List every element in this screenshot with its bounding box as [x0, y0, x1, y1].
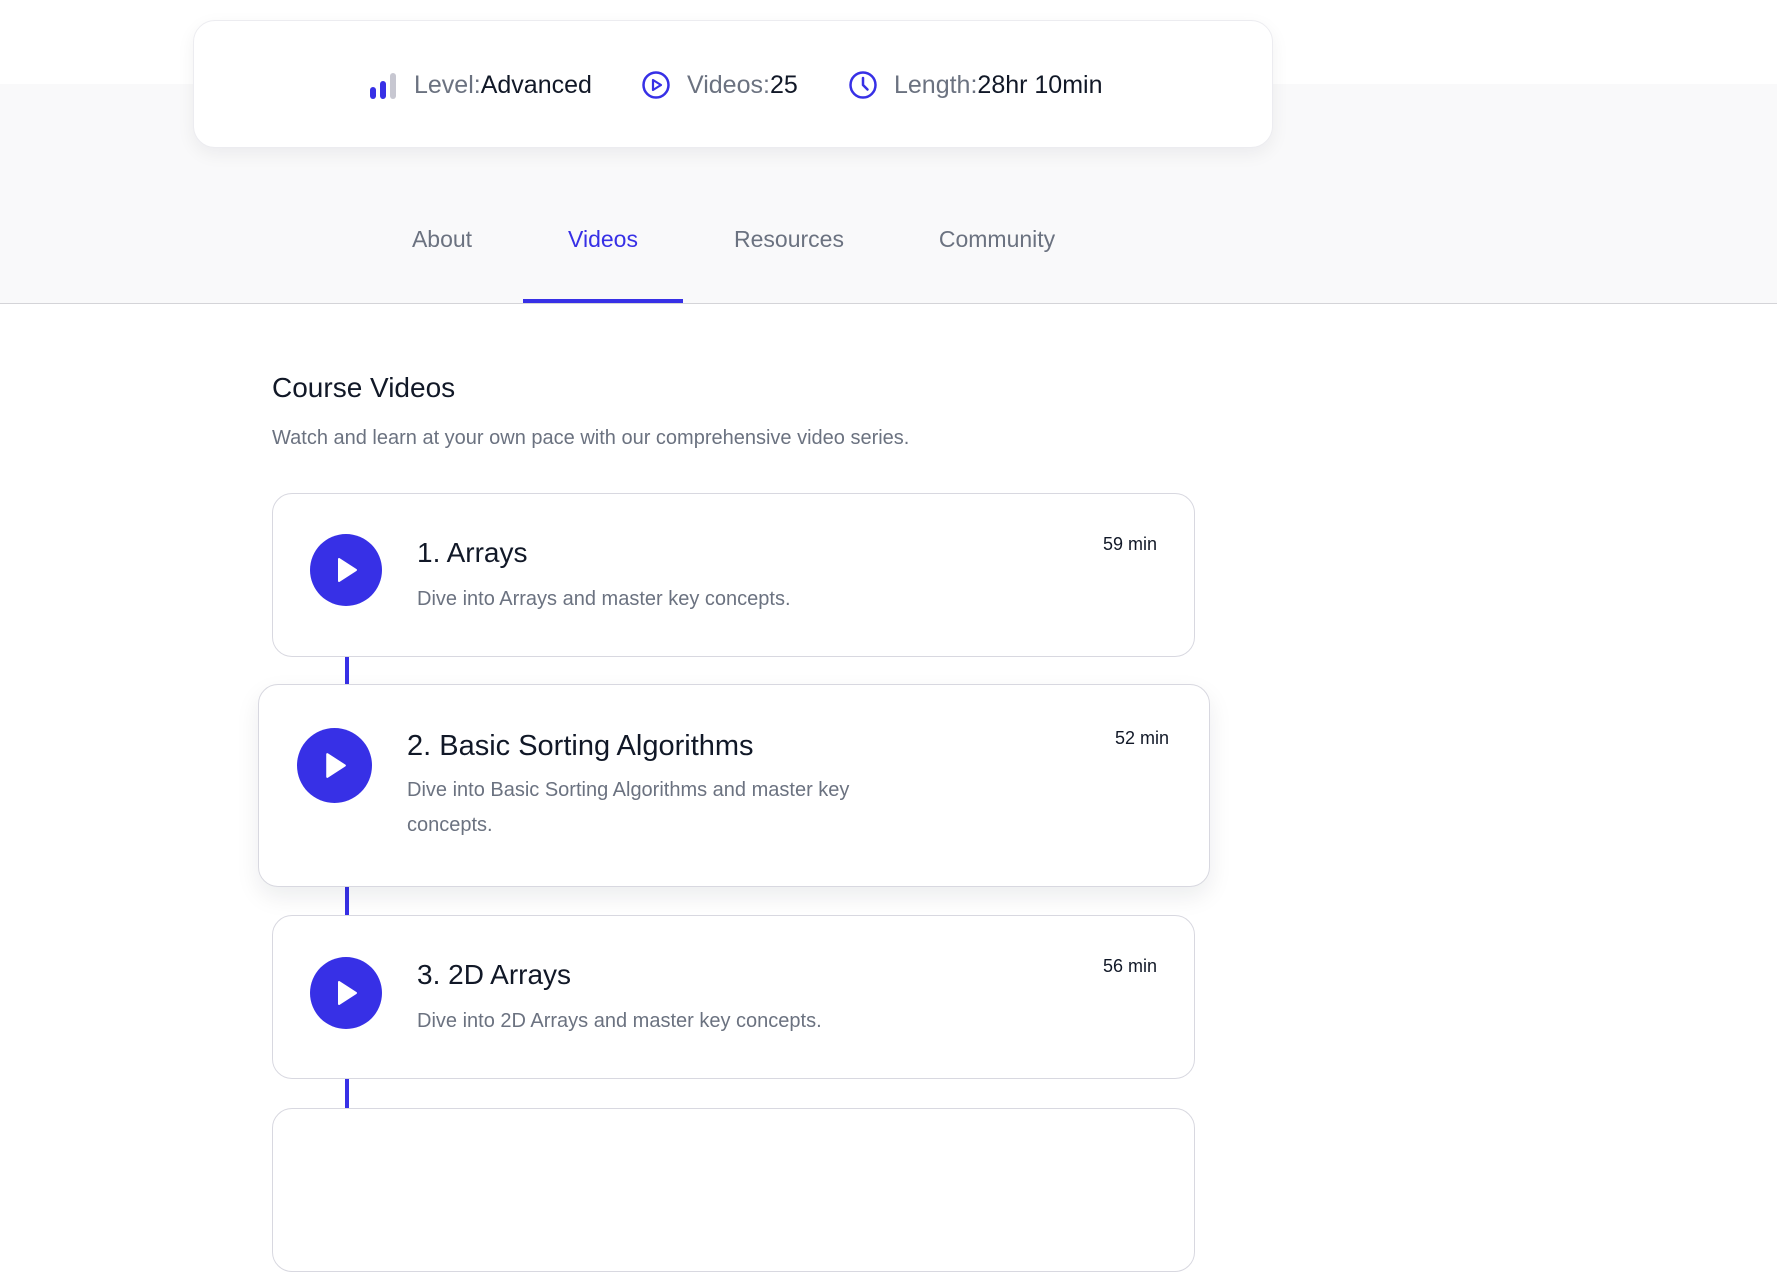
stat-length-value: 28hr 10min — [977, 70, 1103, 99]
play-button[interactable] — [310, 534, 382, 606]
section-subtitle: Watch and learn at your own pace with ou… — [272, 427, 910, 449]
video-description: Dive into Arrays and master key concepts… — [417, 588, 791, 610]
stat-level-value: Advanced — [480, 70, 592, 99]
play-icon — [326, 753, 346, 778]
timeline-connector — [345, 657, 349, 684]
video-title: 3. 2D Arrays — [417, 959, 572, 990]
play-icon — [338, 558, 357, 582]
play-icon — [338, 981, 357, 1005]
stat-level: Level: Advanced — [368, 67, 592, 103]
course-tabs: About Videos Resources Community — [0, 200, 1777, 303]
video-card[interactable]: 1. Arrays Dive into Arrays and master ke… — [272, 493, 1195, 657]
tab-resources[interactable]: Resources — [717, 200, 861, 303]
stat-videos-value: 25 — [769, 70, 798, 99]
timeline-connector — [345, 1079, 349, 1108]
course-stats-card: Level: Advanced Videos: 25 Length: 28hr 10m… — [193, 20, 1273, 148]
video-card[interactable]: 3. 2D Arrays Dive into 2D Arrays and mas… — [272, 915, 1195, 1079]
tab-about[interactable]: About — [390, 200, 494, 303]
stat-videos: Videos: 25 — [641, 67, 798, 103]
tab-community[interactable]: Community — [922, 200, 1072, 303]
video-title: 1. Arrays — [417, 537, 528, 568]
video-description: Dive into Basic Sorting Algorithms and m… — [407, 779, 850, 836]
video-duration: 59 min — [1103, 534, 1158, 554]
stat-videos-label: Videos: — [687, 70, 770, 99]
tab-videos[interactable]: Videos — [523, 200, 683, 303]
play-button[interactable] — [297, 728, 372, 803]
stat-length: Length: 28hr 10min — [848, 67, 1103, 103]
video-card[interactable]: 2. Basic Sorting Algorithms Dive into Ba… — [258, 684, 1210, 887]
video-duration: 56 min — [1103, 956, 1158, 976]
stat-level-label: Level: — [414, 70, 481, 99]
video-duration: 52 min — [1115, 728, 1170, 748]
play-circle-icon — [641, 70, 671, 100]
section-title: Course Videos — [272, 372, 456, 403]
stat-length-label: Length: — [894, 70, 978, 99]
clock-icon — [848, 70, 878, 100]
video-card[interactable] — [272, 1108, 1195, 1272]
timeline-connector — [345, 887, 349, 915]
level-bars-icon — [368, 70, 398, 100]
play-button[interactable] — [310, 957, 382, 1029]
video-description: Dive into 2D Arrays and master key conce… — [417, 1010, 822, 1032]
video-title: 2. Basic Sorting Algorithms — [407, 730, 754, 762]
